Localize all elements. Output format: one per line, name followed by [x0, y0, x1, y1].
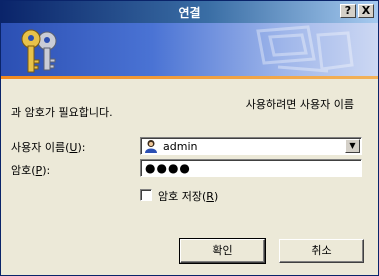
window-title: 연결 [178, 6, 201, 20]
prompt-text-line2: 과 암호가 필요합니다. [11, 106, 113, 119]
dropdown-arrow-button[interactable]: ▼ [345, 139, 360, 153]
banner [1, 23, 378, 79]
banner-accent-strip [1, 76, 378, 79]
password-label: 암호(P): [11, 164, 51, 177]
cancel-button[interactable]: 취소 [279, 239, 364, 263]
password-value: ●●●● [145, 161, 191, 175]
computer-graphic-icon [256, 25, 354, 73]
username-label: 사용자 이름(U): [11, 141, 86, 154]
save-password-label[interactable]: 암호 저장(R) [158, 188, 218, 204]
user-icon [145, 140, 157, 153]
title-bar: 연결 ? X [1, 1, 378, 23]
help-button[interactable]: ? [340, 4, 356, 18]
connect-dialog: 연결 ? X 사용하려면 사용자 이름 과 암호가 필요합니다. 사용자 이름(… [0, 0, 379, 276]
prompt-text-line1: 사용하려면 사용자 이름 [245, 98, 354, 111]
save-password-checkbox[interactable] [140, 189, 152, 201]
username-combobox[interactable]: admin ▼ [140, 137, 362, 155]
password-field[interactable]: ●●●● [140, 159, 362, 177]
close-button[interactable]: X [358, 4, 374, 18]
ok-button[interactable]: 확인 [179, 238, 266, 264]
keys-icon [21, 29, 57, 73]
username-value: admin [163, 140, 198, 153]
